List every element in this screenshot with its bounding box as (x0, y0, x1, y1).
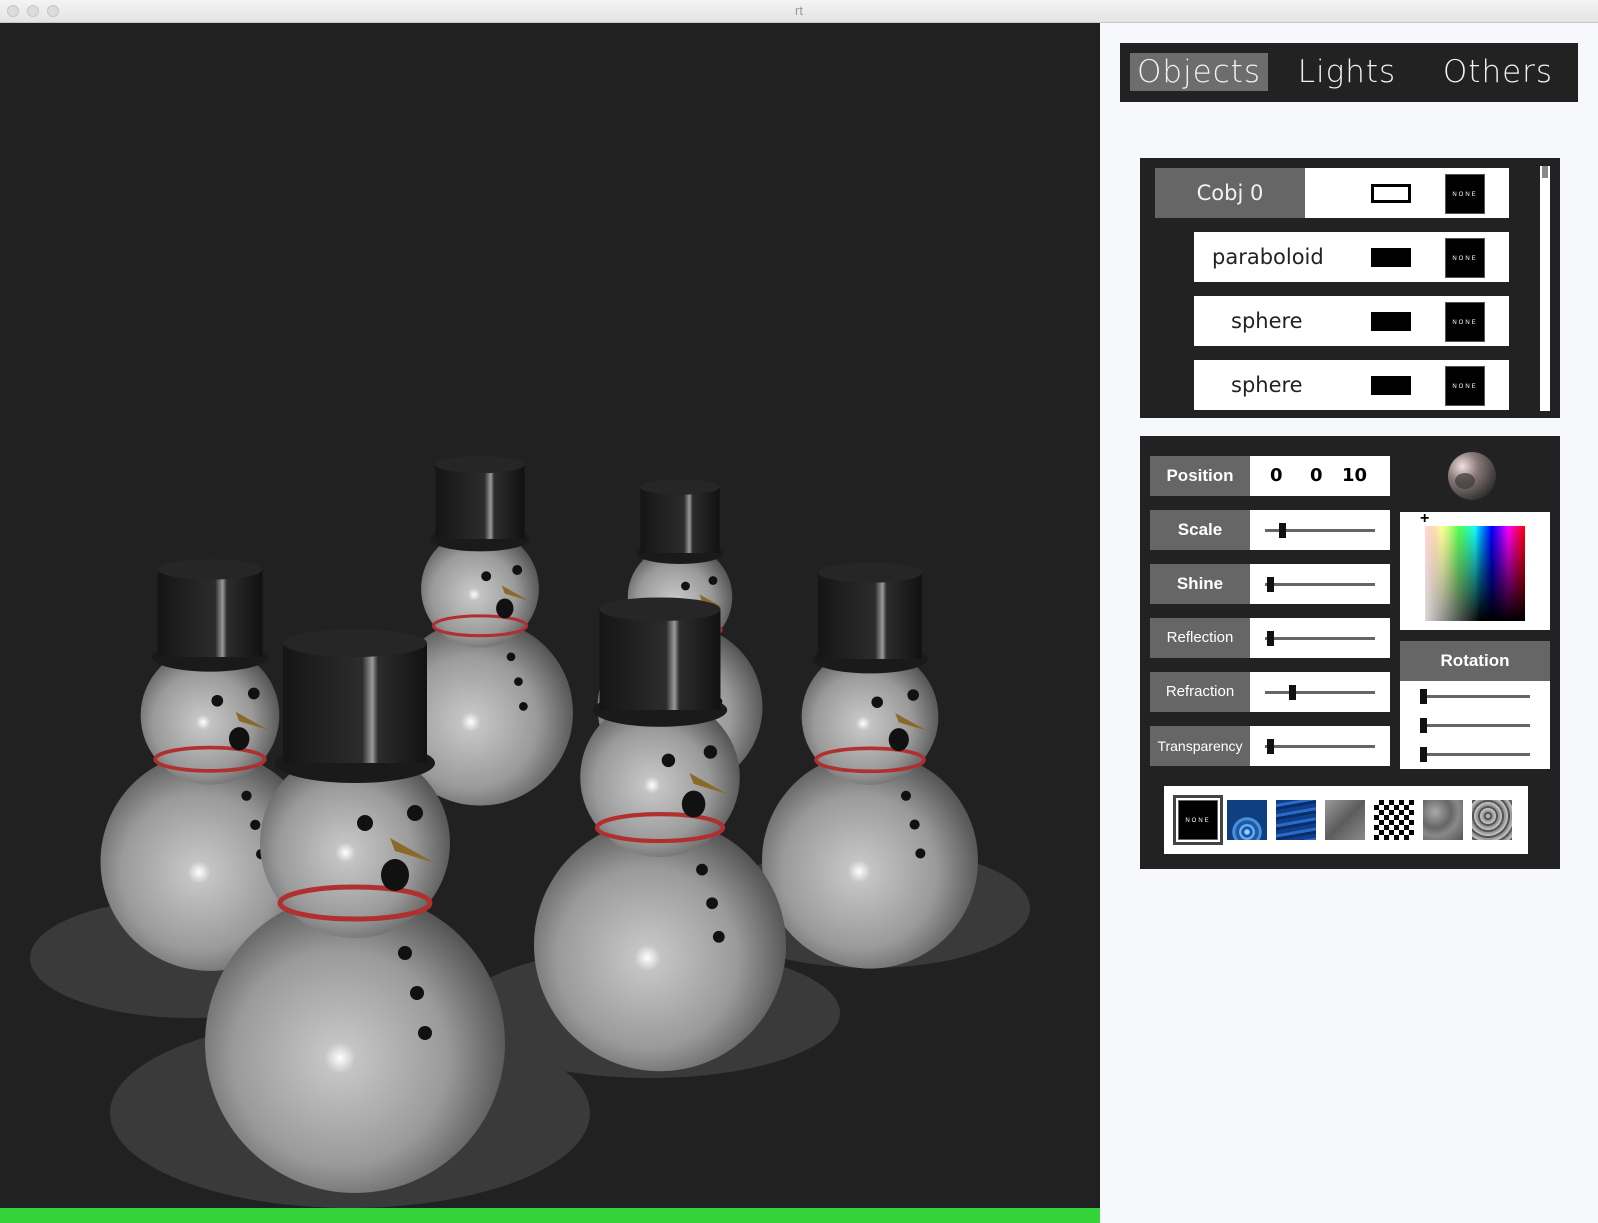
color-swatch[interactable] (1371, 248, 1411, 267)
position-label: Position (1150, 456, 1250, 496)
scale-label: Scale (1150, 510, 1250, 550)
texture-metal-option[interactable] (1325, 800, 1365, 840)
transparency-control: Transparency (1150, 726, 1390, 766)
color-swatch[interactable] (1371, 184, 1411, 203)
refraction-slider-handle[interactable] (1289, 685, 1296, 700)
tab-bar: Objects Lights Others (1120, 43, 1578, 102)
rotation-y-handle[interactable] (1420, 718, 1427, 733)
object-name: Cobj 0 (1155, 168, 1305, 218)
color-picker-cursor[interactable]: + (1420, 510, 1429, 528)
texture-noise-option[interactable] (1472, 800, 1512, 840)
shine-control: Shine (1150, 564, 1390, 604)
list-item[interactable]: paraboloid NONE (1194, 232, 1509, 282)
texture-checker-option[interactable] (1374, 800, 1414, 840)
texture-ripple-option[interactable] (1227, 800, 1267, 840)
rotation-control: Rotation (1400, 641, 1550, 769)
texture-thumbnail[interactable]: NONE (1445, 302, 1485, 342)
texture-stone-option[interactable] (1423, 800, 1463, 840)
refraction-control: Refraction (1150, 672, 1390, 712)
scale-control: Scale (1150, 510, 1390, 550)
color-swatch[interactable] (1371, 312, 1411, 331)
transparency-slider-handle[interactable] (1267, 739, 1274, 754)
object-list: Cobj 0 NONE paraboloid NONE sphere NONE … (1140, 158, 1560, 418)
tab-lights[interactable]: Lights (1282, 53, 1412, 91)
object-name: paraboloid (1212, 245, 1324, 269)
color-picker[interactable]: + (1400, 510, 1550, 630)
texture-selector: NONE (1164, 786, 1528, 854)
texture-water-option[interactable] (1276, 800, 1316, 840)
list-scrollbar[interactable] (1540, 166, 1550, 411)
material-preview-sphere (1448, 452, 1496, 500)
rendered-scene (30, 454, 1030, 1208)
scale-slider-handle[interactable] (1279, 523, 1286, 538)
position-field: Position 0 0 10 (1150, 456, 1390, 496)
object-name: sphere (1231, 309, 1303, 333)
position-z-input[interactable]: 10 (1342, 456, 1367, 496)
position-y-input[interactable]: 0 (1310, 456, 1323, 496)
texture-thumbnail[interactable]: NONE (1445, 238, 1485, 278)
object-name: sphere (1231, 373, 1303, 397)
list-item[interactable]: Cobj 0 NONE (1155, 168, 1509, 218)
render-viewport[interactable] (0, 23, 1100, 1223)
position-x-input[interactable]: 0 (1270, 456, 1283, 496)
reflection-control: Reflection (1150, 618, 1390, 658)
shine-slider[interactable] (1265, 583, 1375, 586)
rotation-x-handle[interactable] (1420, 689, 1427, 704)
texture-thumbnail[interactable]: NONE (1445, 366, 1485, 406)
render-progress-fill (0, 1208, 1100, 1223)
reflection-slider[interactable] (1265, 637, 1375, 640)
rotation-z-handle[interactable] (1420, 747, 1427, 762)
tab-objects[interactable]: Objects (1130, 53, 1268, 91)
texture-none-option[interactable]: NONE (1173, 795, 1223, 845)
texture-thumbnail[interactable]: NONE (1445, 174, 1485, 214)
refraction-slider[interactable] (1265, 691, 1375, 694)
transparency-slider[interactable] (1265, 745, 1375, 748)
control-panel: Objects Lights Others Cobj 0 NONE parabo… (1100, 23, 1598, 1223)
rotation-z-slider[interactable] (1420, 747, 1530, 762)
transparency-label: Transparency (1150, 726, 1250, 766)
render-progress-bar (0, 1208, 1100, 1223)
title-bar: rt (0, 0, 1598, 23)
snowman-right (760, 560, 980, 971)
color-gradient-overlay (1425, 526, 1525, 621)
list-item[interactable]: sphere NONE (1194, 296, 1509, 346)
window-title: rt (795, 3, 803, 18)
scrollbar-thumb[interactable] (1542, 166, 1548, 178)
reflection-slider-handle[interactable] (1267, 631, 1274, 646)
rotation-label: Rotation (1400, 641, 1550, 681)
color-swatch[interactable] (1371, 376, 1411, 395)
shine-slider-handle[interactable] (1267, 577, 1274, 592)
properties-panel: Position 0 0 10 Scale Shine Reflection R… (1140, 436, 1560, 869)
refraction-label: Refraction (1150, 672, 1250, 712)
list-item[interactable]: sphere NONE (1194, 360, 1509, 410)
shine-label: Shine (1150, 564, 1250, 604)
rotation-y-slider[interactable] (1420, 718, 1530, 733)
rotation-x-slider[interactable] (1420, 689, 1530, 704)
tab-others[interactable]: Others (1428, 53, 1568, 91)
reflection-label: Reflection (1150, 618, 1250, 658)
